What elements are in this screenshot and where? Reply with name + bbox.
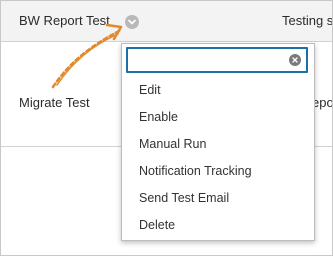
table-row: BW Report Test Testing s <box>1 1 332 42</box>
menu-search-input[interactable] <box>132 51 288 69</box>
report-table: BW Report Test Testing s Migrate Test ep… <box>0 0 333 256</box>
menu-item-send-test-email[interactable]: Send Test Email <box>122 185 312 212</box>
menu-item-enable[interactable]: Enable <box>122 104 312 131</box>
clear-x-icon[interactable] <box>289 54 301 66</box>
menu-item-delete[interactable]: Delete <box>122 212 312 239</box>
report-name[interactable]: BW Report Test <box>19 13 110 29</box>
chevron-down-icon[interactable] <box>125 15 139 29</box>
report-name[interactable]: Migrate Test <box>19 95 90 111</box>
menu-list: Edit Enable Manual Run Notification Trac… <box>122 77 312 239</box>
context-menu: Edit Enable Manual Run Notification Trac… <box>121 43 315 241</box>
menu-search-field[interactable] <box>126 47 308 73</box>
status-text: epo <box>312 95 333 110</box>
status-text: Testing s <box>282 13 333 28</box>
menu-item-manual-run[interactable]: Manual Run <box>122 131 312 158</box>
menu-item-edit[interactable]: Edit <box>122 77 312 104</box>
menu-item-notification-tracking[interactable]: Notification Tracking <box>122 158 312 185</box>
